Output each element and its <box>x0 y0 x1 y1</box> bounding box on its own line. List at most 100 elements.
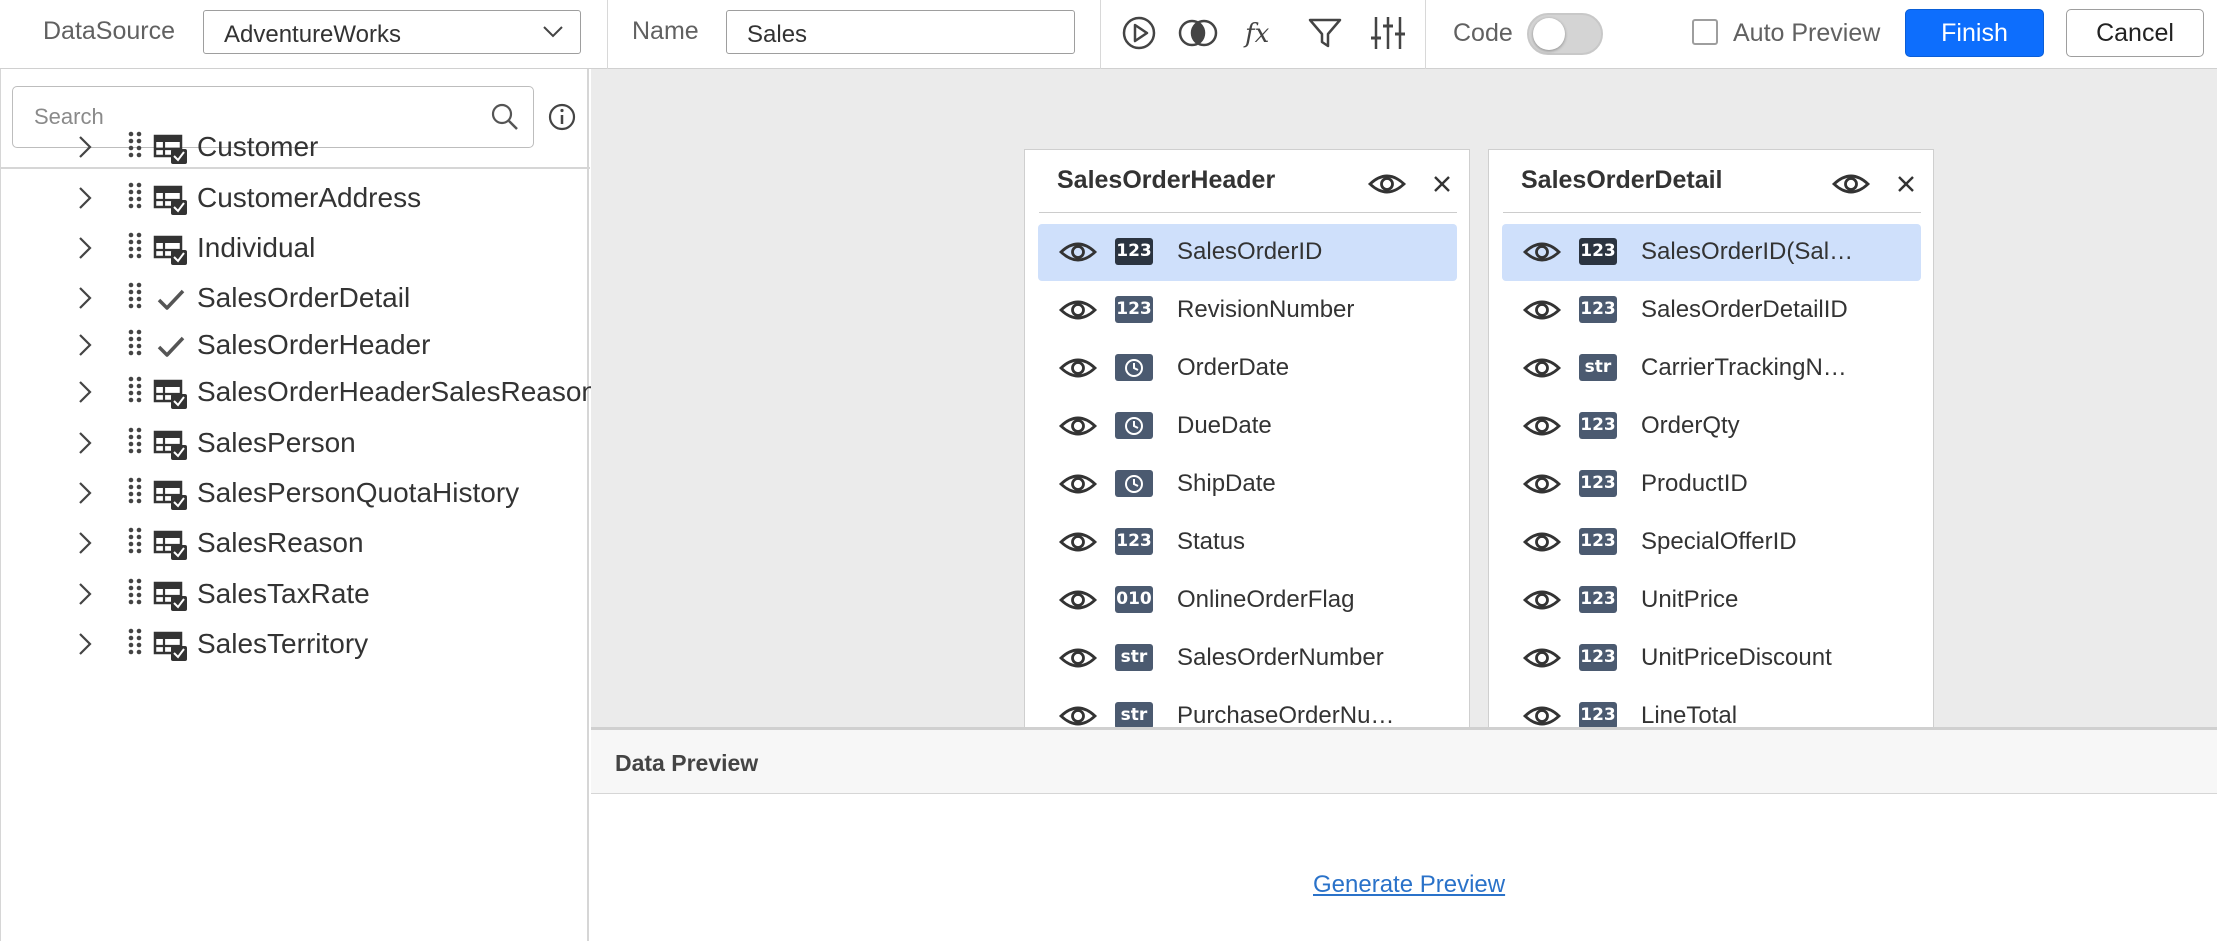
chevron-right-icon[interactable] <box>74 530 96 556</box>
run-icon[interactable] <box>1118 12 1160 54</box>
field-name: DueDate <box>1177 412 1272 439</box>
chevron-right-icon[interactable] <box>74 581 96 607</box>
field-row[interactable]: 123 Status <box>1038 514 1457 571</box>
auto-preview-label: Auto Preview <box>1733 19 1881 47</box>
field-type-123-icon: 123 <box>1579 702 1617 729</box>
tree-item-label: SalesReason <box>197 527 364 558</box>
chevron-right-icon[interactable] <box>74 332 96 358</box>
drag-handle-icon[interactable] <box>127 627 143 657</box>
tree-item-label: SalesTaxRate <box>197 578 370 609</box>
field-row[interactable]: 123 SalesOrderID <box>1038 224 1457 281</box>
drag-handle-icon[interactable] <box>127 231 143 261</box>
field-type-str-icon: str <box>1115 644 1153 671</box>
name-label: Name <box>632 17 699 45</box>
drag-handle-icon[interactable] <box>127 181 143 211</box>
field-row[interactable]: 123 SalesOrderID(Sal… <box>1502 224 1921 281</box>
chevron-right-icon[interactable] <box>74 285 96 311</box>
field-visibility-eye-icon[interactable] <box>1058 643 1098 673</box>
field-row[interactable]: OrderDate <box>1038 340 1457 397</box>
field-visibility-eye-icon[interactable] <box>1058 527 1098 557</box>
field-visibility-eye-icon[interactable] <box>1522 585 1562 615</box>
table-icon <box>153 185 187 215</box>
visibility-eye-icon[interactable] <box>1367 164 1407 204</box>
chevron-right-icon[interactable] <box>74 134 96 160</box>
field-visibility-eye-icon[interactable] <box>1522 643 1562 673</box>
drag-handle-icon[interactable] <box>127 328 143 358</box>
field-visibility-eye-icon[interactable] <box>1522 295 1562 325</box>
tree-item-label: Individual <box>197 232 316 263</box>
field-row[interactable]: 010 OnlineOrderFlag <box>1038 572 1457 629</box>
field-row[interactable]: 123 SpecialOfferID <box>1502 514 1921 571</box>
generate-preview-link[interactable]: Generate Preview <box>1313 871 1505 899</box>
field-visibility-eye-icon[interactable] <box>1058 469 1098 499</box>
table-card-divider <box>1503 212 1921 213</box>
check-icon <box>157 289 185 310</box>
close-icon[interactable] <box>1429 171 1455 197</box>
field-row[interactable]: str CarrierTrackingN… <box>1502 340 1921 397</box>
field-row[interactable]: 123 UnitPrice <box>1502 572 1921 629</box>
field-visibility-eye-icon[interactable] <box>1058 237 1098 267</box>
filter-icon[interactable] <box>1304 12 1346 54</box>
field-row[interactable]: 123 UnitPriceDiscount <box>1502 630 1921 687</box>
tree-item-label: CustomerAddress <box>197 182 422 213</box>
auto-preview-checkbox[interactable] <box>1692 19 1718 45</box>
tree-item[interactable]: SalesTerritory <box>1 613 590 673</box>
field-type-123-icon: 123 <box>1579 528 1617 555</box>
code-toggle[interactable] <box>1527 13 1603 55</box>
chevron-right-icon[interactable] <box>74 379 96 405</box>
field-type-123-icon: 123 <box>1115 528 1153 555</box>
drag-handle-icon[interactable] <box>127 577 143 607</box>
name-input[interactable]: Sales <box>726 10 1075 54</box>
table-card: SalesOrderHeader 123 SalesOrderID 123 Revisi… <box>1024 149 1470 777</box>
svg-text:fx: fx <box>1243 19 1270 49</box>
drag-handle-icon[interactable] <box>127 375 143 405</box>
datasource-label: DataSource <box>43 17 176 45</box>
chevron-right-icon[interactable] <box>74 235 96 261</box>
toggle-knob <box>1533 18 1565 50</box>
drag-handle-icon[interactable] <box>127 526 143 556</box>
field-visibility-eye-icon[interactable] <box>1522 411 1562 441</box>
join-icon[interactable] <box>1177 12 1219 54</box>
drag-handle-icon[interactable] <box>127 130 143 160</box>
field-visibility-eye-icon[interactable] <box>1058 585 1098 615</box>
tree-item-label: SalesTerritory <box>197 628 369 659</box>
settings-icon[interactable] <box>1367 12 1409 54</box>
drag-handle-icon[interactable] <box>127 281 143 311</box>
field-row[interactable]: 123 ProductID <box>1502 456 1921 513</box>
finish-button[interactable]: Finish <box>1905 9 2044 57</box>
data-preview-body: Generate Preview <box>591 795 2217 941</box>
toolbar-divider <box>1100 0 1101 69</box>
visibility-eye-icon[interactable] <box>1831 164 1871 204</box>
field-visibility-eye-icon[interactable] <box>1058 353 1098 383</box>
chevron-right-icon[interactable] <box>74 430 96 456</box>
close-icon[interactable] <box>1893 171 1919 197</box>
field-row[interactable]: 123 SalesOrderDetailID <box>1502 282 1921 339</box>
field-visibility-eye-icon[interactable] <box>1058 295 1098 325</box>
field-row[interactable]: str SalesOrderNumber <box>1038 630 1457 687</box>
data-preview-header: Data Preview <box>591 730 2217 794</box>
name-value: Sales <box>747 21 808 48</box>
function-icon[interactable]: fx <box>1240 12 1282 54</box>
field-type-str-icon: str <box>1579 354 1617 381</box>
field-visibility-eye-icon[interactable] <box>1058 411 1098 441</box>
field-visibility-eye-icon[interactable] <box>1522 237 1562 267</box>
field-name: OrderQty <box>1641 412 1740 439</box>
datasource-select[interactable]: AdventureWorks <box>203 10 581 54</box>
field-visibility-eye-icon[interactable] <box>1522 469 1562 499</box>
chevron-right-icon[interactable] <box>74 480 96 506</box>
field-visibility-eye-icon[interactable] <box>1522 527 1562 557</box>
field-visibility-eye-icon[interactable] <box>1522 353 1562 383</box>
field-row[interactable]: 123 OrderQty <box>1502 398 1921 455</box>
cancel-button[interactable]: Cancel <box>2066 9 2204 57</box>
field-row[interactable]: 123 RevisionNumber <box>1038 282 1457 339</box>
field-row[interactable]: ShipDate <box>1038 456 1457 513</box>
chevron-right-icon[interactable] <box>74 185 96 211</box>
table-icon <box>153 134 187 164</box>
field-name: ProductID <box>1641 470 1748 497</box>
drag-handle-icon[interactable] <box>127 476 143 506</box>
chevron-right-icon[interactable] <box>74 631 96 657</box>
field-row[interactable]: DueDate <box>1038 398 1457 455</box>
drag-handle-icon[interactable] <box>127 426 143 456</box>
table-icon <box>153 430 187 460</box>
table-card: SalesOrderDetail 123 SalesOrderID(Sal… 123 S… <box>1488 149 1934 777</box>
